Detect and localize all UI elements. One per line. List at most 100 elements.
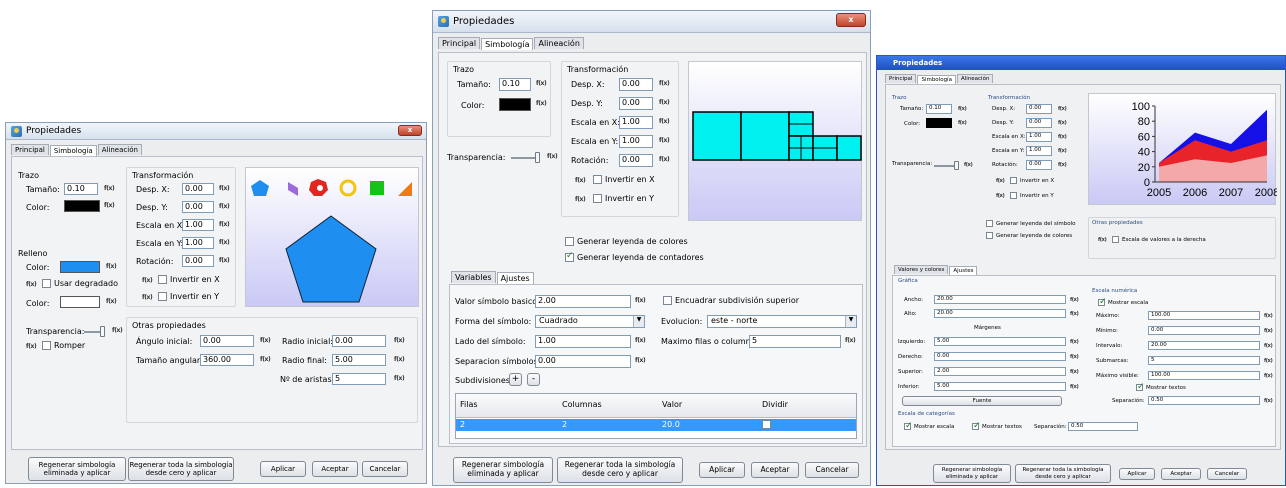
fx-icon[interactable]: f(x) — [219, 257, 230, 264]
dividir-checkbox[interactable] — [762, 420, 771, 429]
fx-icon[interactable]: f(x) — [142, 294, 153, 301]
cancelar-button[interactable]: Cancelar — [805, 462, 859, 478]
col-filas-header[interactable]: Filas — [460, 400, 478, 409]
fx-icon[interactable]: f(x) — [635, 337, 646, 344]
leyenda-simbolo-checkbox[interactable]: Generar leyenda del símbolo — [986, 220, 1075, 227]
fx-icon[interactable]: f(x) — [219, 239, 230, 246]
fx-icon[interactable]: f(x) — [575, 177, 586, 184]
chevron-down-icon[interactable]: ▼ — [845, 316, 856, 327]
fx-icon[interactable]: f(x) — [996, 193, 1005, 199]
aceptar-button[interactable]: Aceptar — [312, 461, 358, 477]
fx-icon[interactable]: f(x) — [1098, 237, 1107, 243]
radio-final-input[interactable]: 5.00 — [332, 354, 386, 366]
invertir-y-checkbox[interactable]: Invertir en Y — [158, 292, 219, 301]
tamano-angular-input[interactable]: 360.00 — [200, 354, 254, 366]
desp-x-input[interactable]: 0.00 — [619, 78, 653, 91]
fx-icon[interactable]: f(x) — [659, 118, 670, 125]
fx-icon[interactable]: f(x) — [1070, 384, 1079, 390]
fx-icon[interactable]: f(x) — [394, 375, 405, 382]
alto-input[interactable]: 20.00 — [934, 309, 1066, 318]
fx-icon[interactable]: f(x) — [142, 277, 153, 284]
aristas-input[interactable]: 5 — [332, 373, 386, 385]
cell-valor[interactable]: 20.0 — [662, 420, 680, 429]
fx-icon[interactable]: f(x) — [219, 221, 230, 228]
desp-x-input[interactable]: 0.00 — [1026, 104, 1052, 114]
fx-icon[interactable]: f(x) — [394, 337, 405, 344]
aceptar-button[interactable]: Aceptar — [751, 462, 799, 478]
fx-icon[interactable]: f(x) — [1058, 162, 1067, 168]
regenerar-toda-button[interactable]: Regenerar toda la simbología desde cero … — [128, 457, 234, 481]
maximo-visible-input[interactable]: 100.00 — [1148, 371, 1260, 380]
fx-icon[interactable]: f(x) — [1264, 398, 1273, 404]
usar-degradado-checkbox[interactable]: Usar degradado — [42, 279, 118, 288]
aplicar-button[interactable]: Aplicar — [699, 462, 745, 478]
superior-input[interactable]: 2.00 — [934, 367, 1066, 376]
tab-alineacion[interactable]: Alineación — [534, 37, 584, 49]
invertir-x-checkbox[interactable]: Invertir en X — [593, 175, 655, 184]
romper-checkbox[interactable]: Romper — [42, 341, 85, 350]
desp-y-input[interactable]: 0.00 — [619, 97, 653, 110]
fx-icon[interactable]: f(x) — [575, 196, 586, 203]
fx-icon[interactable]: f(x) — [106, 298, 117, 305]
invertir-y-checkbox[interactable]: Invertir en Y — [593, 194, 654, 203]
chevron-down-icon[interactable]: ▼ — [633, 316, 644, 327]
tab-ajustes[interactable]: Ajustes — [949, 266, 978, 275]
leyenda-contadores-checkbox[interactable]: Generar leyenda de contadores — [565, 251, 704, 262]
fx-icon[interactable]: f(x) — [1264, 358, 1273, 364]
tab-alineacion[interactable]: Alineación — [97, 144, 142, 155]
fx-icon[interactable]: f(x) — [1264, 343, 1273, 349]
invertir-x-checkbox[interactable]: Invertir en X — [1010, 177, 1054, 184]
tab-simbologia[interactable]: Simbología — [49, 145, 97, 156]
transparencia-slider[interactable] — [934, 161, 959, 170]
escala-derecha-checkbox[interactable]: Escala de valores a la derecha — [1112, 236, 1206, 243]
regenerar-eliminada-button[interactable]: Regenerar simbología eliminada y aplicar — [933, 464, 1011, 483]
fx-icon[interactable]: f(x) — [536, 100, 547, 107]
escala-y-input[interactable]: 1.00 — [1026, 146, 1052, 156]
encuadrar-checkbox[interactable]: Encuadrar subdivisión superior — [663, 296, 799, 305]
tab-ajustes[interactable]: Ajustes — [496, 272, 534, 284]
evolucion-select[interactable]: este - norte ▼ — [707, 315, 857, 328]
cat-mostrar-textos-checkbox[interactable]: Mostrar textos — [972, 421, 1022, 431]
cell-filas[interactable]: 2 — [460, 420, 465, 429]
fx-icon[interactable]: f(x) — [659, 80, 670, 87]
fx-icon[interactable]: f(x) — [1070, 311, 1079, 317]
fx-icon[interactable]: f(x) — [1070, 354, 1079, 360]
close-button[interactable]: x — [836, 13, 866, 27]
transparencia-slider[interactable] — [84, 326, 105, 337]
tab-simbologia[interactable]: Simbología — [917, 75, 956, 84]
fx-icon[interactable]: f(x) — [104, 185, 115, 192]
add-subdivision-button[interactable]: + — [509, 373, 522, 386]
separacion-input[interactable]: 0.50 — [1148, 396, 1260, 405]
cancelar-button[interactable]: Cancelar — [1207, 468, 1247, 480]
rotacion-input[interactable]: 0.00 — [1026, 160, 1052, 170]
fx-icon[interactable]: f(x) — [106, 263, 117, 270]
fx-icon[interactable]: f(x) — [958, 106, 967, 112]
cancelar-button[interactable]: Cancelar — [362, 461, 408, 477]
leyenda-colores-checkbox[interactable]: Generar leyenda de colores — [565, 237, 688, 246]
izquierdo-input[interactable]: 5.00 — [934, 337, 1066, 346]
col-dividir-header[interactable]: Dividir — [762, 400, 788, 409]
col-valor-header[interactable]: Valor — [662, 400, 682, 409]
maximo-filas-input[interactable]: 5 — [749, 335, 841, 348]
cat-separacion-input[interactable]: 0.50 — [1068, 422, 1138, 431]
forma-simbolo-select[interactable]: Cuadrado ▼ — [535, 315, 645, 328]
cell-columnas[interactable]: 2 — [562, 420, 567, 429]
aplicar-button[interactable]: Aplicar — [260, 461, 306, 477]
inferior-input[interactable]: 5.00 — [934, 382, 1066, 391]
tamano-input[interactable]: 0.10 — [64, 183, 98, 195]
tab-valores-colores[interactable]: Valores y colores — [894, 265, 949, 274]
fx-icon[interactable]: f(x) — [219, 203, 230, 210]
fx-icon[interactable]: f(x) — [1264, 373, 1273, 379]
desp-x-input[interactable]: 0.00 — [182, 183, 214, 195]
fx-icon[interactable]: f(x) — [659, 156, 670, 163]
gradient-color-swatch[interactable] — [60, 296, 100, 308]
tamano-input[interactable]: 0.10 — [926, 104, 952, 114]
tab-alineacion[interactable]: Alineación — [956, 74, 994, 83]
leyenda-colores-checkbox[interactable]: Generar leyenda de colores — [986, 232, 1072, 239]
fx-icon[interactable]: f(x) — [394, 356, 405, 363]
escala-x-input[interactable]: 1.00 — [619, 116, 653, 129]
fx-icon[interactable]: f(x) — [547, 153, 558, 160]
fx-icon[interactable]: f(x) — [1070, 297, 1079, 303]
invertir-x-checkbox[interactable]: Invertir en X — [158, 275, 220, 284]
escala-x-input[interactable]: 1.00 — [1026, 132, 1052, 142]
